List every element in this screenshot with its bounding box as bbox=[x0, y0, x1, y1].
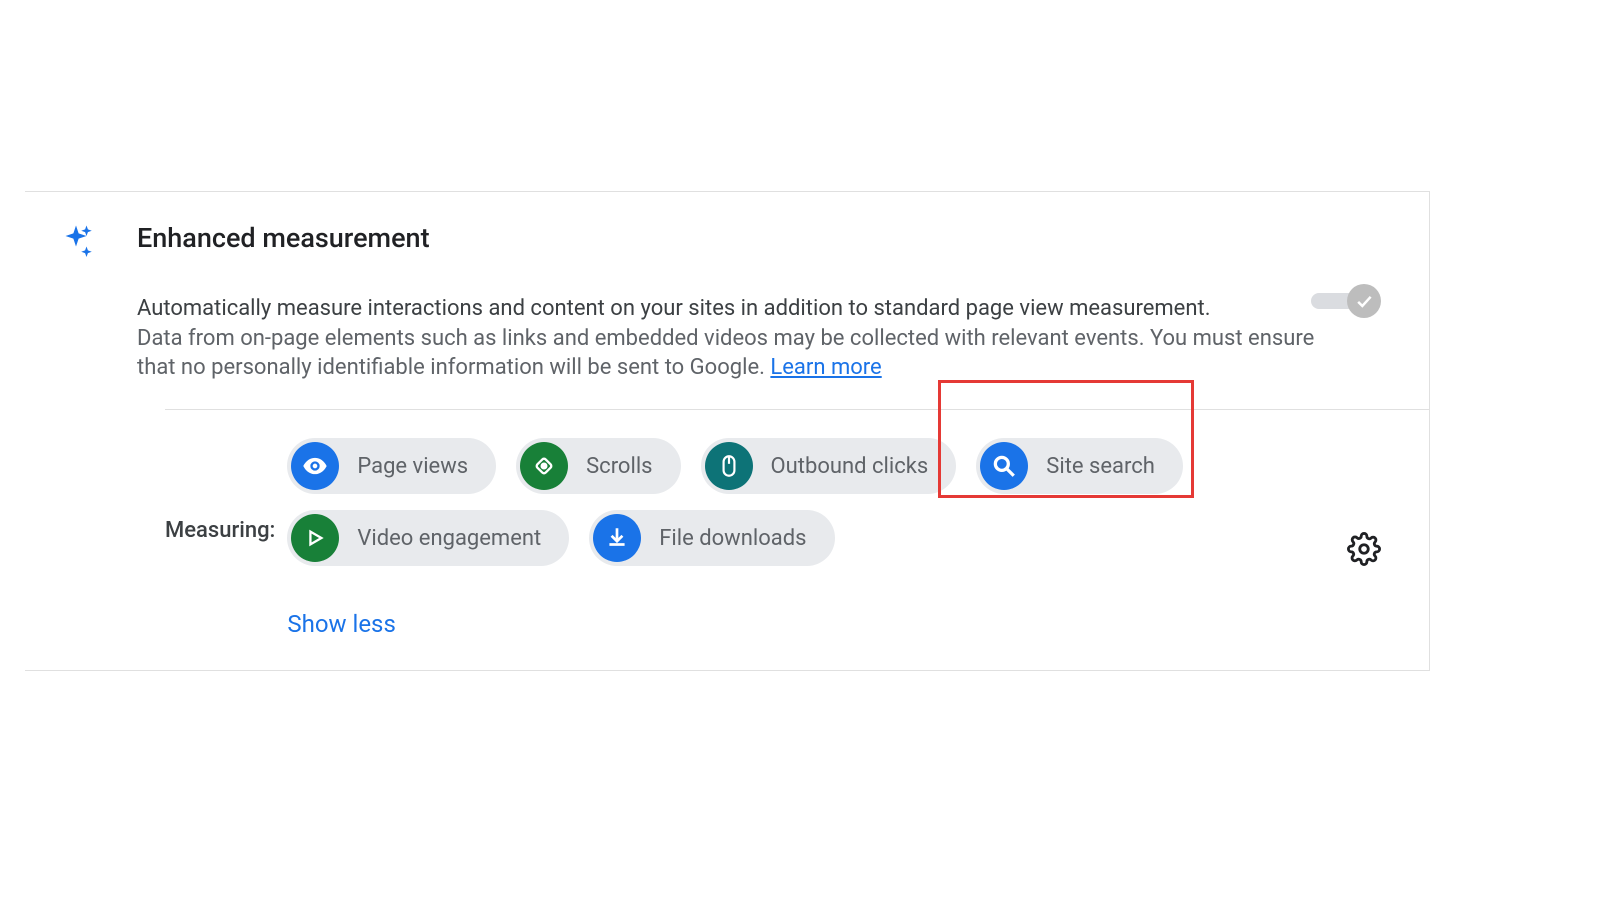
chip-label: Page views bbox=[357, 454, 468, 479]
section-description-line2: Data from on-page elements such as links… bbox=[137, 326, 1314, 381]
learn-more-link[interactable]: Learn more bbox=[770, 355, 881, 380]
section-description: Automatically measure interactions and c… bbox=[137, 294, 1399, 383]
section-description-line1: Automatically measure interactions and c… bbox=[137, 296, 1211, 321]
measuring-label: Measuring: bbox=[165, 518, 275, 543]
section-title: Enhanced measurement bbox=[137, 222, 1399, 254]
chip-label: Outbound clicks bbox=[771, 454, 929, 479]
section-header: Enhanced measurement Automatically measu… bbox=[25, 192, 1429, 383]
show-less-link[interactable]: Show less bbox=[287, 610, 1183, 638]
chip-outbound-clicks[interactable]: Outbound clicks bbox=[701, 438, 957, 494]
measuring-block: Measuring: Page views Scro bbox=[25, 410, 1429, 638]
chip-page-views[interactable]: Page views bbox=[287, 438, 496, 494]
chip-label: Site search bbox=[1046, 454, 1155, 479]
enhanced-measurement-panel: Enhanced measurement Automatically measu… bbox=[25, 191, 1430, 671]
download-icon bbox=[593, 514, 641, 562]
chips-row-1: Page views Scrolls bbox=[287, 438, 1183, 494]
gear-icon[interactable] bbox=[1347, 532, 1381, 570]
chip-file-downloads[interactable]: File downloads bbox=[589, 510, 834, 566]
chip-label: Scrolls bbox=[586, 454, 652, 479]
toggle-knob bbox=[1347, 284, 1381, 318]
search-icon bbox=[980, 442, 1028, 490]
chip-scrolls[interactable]: Scrolls bbox=[516, 438, 680, 494]
chips-area: Page views Scrolls bbox=[287, 438, 1183, 638]
enhanced-measurement-toggle[interactable] bbox=[1311, 284, 1381, 316]
chip-label: Video engagement bbox=[357, 526, 541, 551]
chip-site-search[interactable]: Site search bbox=[976, 438, 1183, 494]
sparkle-icon bbox=[55, 222, 97, 268]
chips-row-2: Video engagement File downloads bbox=[287, 510, 1183, 566]
play-icon bbox=[291, 514, 339, 562]
chip-video-engagement[interactable]: Video engagement bbox=[287, 510, 569, 566]
section-header-text: Enhanced measurement Automatically measu… bbox=[137, 222, 1399, 383]
chip-label: File downloads bbox=[659, 526, 806, 551]
eye-icon bbox=[291, 442, 339, 490]
scroll-icon bbox=[520, 442, 568, 490]
mouse-icon bbox=[705, 442, 753, 490]
